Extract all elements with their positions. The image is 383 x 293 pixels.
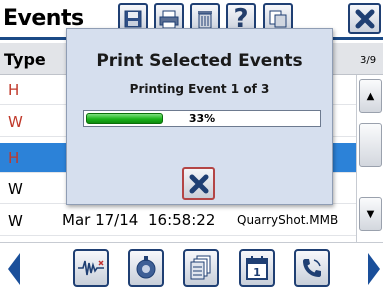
printer-icon: [159, 10, 179, 28]
event-type: W: [8, 180, 23, 198]
event-date: Mar 17/14: [62, 211, 139, 229]
events-screen: Events ? Type 3/9 H W H W W Mar 17/14 16…: [0, 0, 383, 293]
print-dialog: Print Selected Events Printing Event 1 o…: [66, 28, 333, 205]
progress-bar: 33%: [83, 110, 321, 127]
sensor-button[interactable]: [128, 249, 164, 287]
phone-icon: [303, 259, 321, 277]
close-icon: [189, 174, 208, 193]
scroll-up-button[interactable]: ▲: [359, 79, 382, 113]
dialog-status-text: Printing Event 1 of 3: [129, 82, 270, 96]
scroll-down-button[interactable]: ▼: [359, 197, 382, 231]
column-header-type[interactable]: Type: [4, 50, 46, 69]
scroll-thumb[interactable]: [359, 123, 382, 167]
phone-button[interactable]: [294, 249, 330, 287]
copy-icon: [269, 10, 287, 27]
progress-label: 33%: [188, 112, 216, 125]
event-type: W: [8, 212, 23, 230]
sensor-icon: [136, 256, 156, 279]
dialog-title: Print Selected Events: [96, 51, 303, 71]
waveform-icon: [78, 260, 104, 276]
trash-icon: [198, 10, 212, 28]
event-type: H: [8, 81, 20, 99]
event-time: 16:58:22: [148, 211, 216, 229]
bottom-toolbar: 1: [0, 242, 383, 293]
previous-page-button[interactable]: [8, 253, 20, 285]
close-button[interactable]: [348, 3, 381, 34]
calendar-button[interactable]: 1: [239, 249, 275, 287]
list-item[interactable]: W Mar 17/14 16:58:22 QuarryShot.MMB: [0, 206, 356, 236]
waveform-button[interactable]: [73, 249, 109, 287]
cancel-print-button[interactable]: [182, 167, 215, 200]
pages-button[interactable]: [183, 249, 219, 287]
next-page-button[interactable]: [368, 253, 380, 285]
close-icon: [355, 9, 374, 28]
svg-text:1: 1: [253, 266, 261, 279]
event-file: QuarryShot.MMB: [237, 213, 339, 227]
scrollbar[interactable]: ▲ ▼: [356, 75, 383, 242]
save-icon: [124, 10, 142, 27]
event-type: W: [8, 113, 23, 131]
page-indicator: 3/9: [360, 55, 377, 66]
event-type: H: [8, 149, 20, 167]
calendar-icon: 1: [246, 256, 268, 280]
down-arrow-icon: ▼: [366, 208, 375, 220]
pages-icon: [190, 255, 211, 280]
up-arrow-icon: ▲: [366, 90, 375, 102]
